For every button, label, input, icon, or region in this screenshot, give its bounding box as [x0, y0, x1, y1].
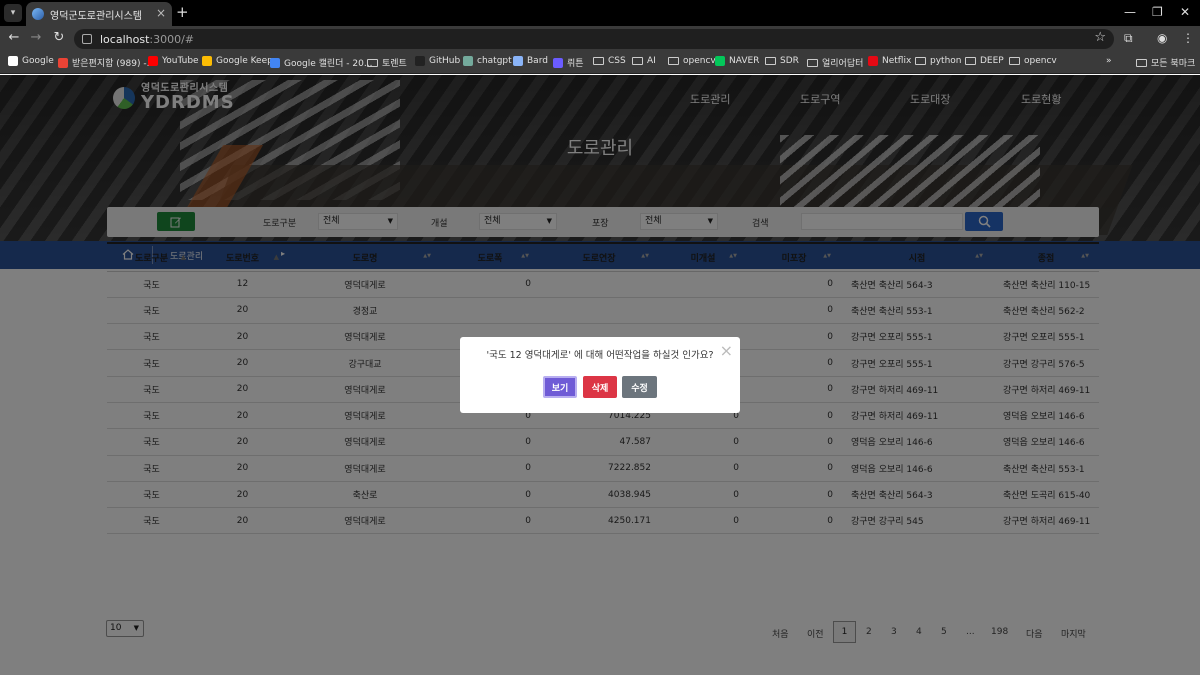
browser-menu-icon[interactable]: ⋮	[1182, 31, 1194, 45]
bookmark-label: Google Keep	[216, 56, 273, 66]
bookmark-favicon-icon	[553, 57, 563, 68]
bookmark-label: opencv	[1024, 56, 1057, 66]
tab-title: 영덕군도로관리시스템	[50, 10, 142, 22]
restore-icon[interactable]: ❐	[1152, 5, 1163, 19]
bookmark-item[interactable]: Bard	[513, 56, 548, 66]
bookmark-favicon-icon	[415, 56, 425, 66]
bookmark-item[interactable]: SDR	[765, 56, 799, 66]
bookmark-favicon-icon	[148, 56, 158, 66]
bookmark-item[interactable]: Google Keep	[202, 56, 273, 66]
bookmark-favicon-icon	[202, 56, 212, 66]
forward-icon[interactable]: →	[27, 30, 45, 45]
bookmark-item[interactable]: 얼리어답터	[807, 56, 863, 69]
bookmark-label: DEEP	[980, 56, 1004, 66]
delete-button[interactable]: 삭제	[583, 376, 617, 398]
edit-button[interactable]: 수정	[622, 376, 657, 398]
browser-toolbar: ← → ↻ localhost:3000/# ☆ ⧉ ◉ ⋮	[0, 26, 1200, 52]
reload-icon[interactable]: ↻	[50, 30, 68, 45]
folder-icon	[1136, 58, 1147, 67]
bookmarks-bar: Google 받은편지함 (989) -... YouTube Google Keep…	[0, 52, 1200, 74]
bookmark-item[interactable]: DEEP	[965, 56, 1004, 66]
bookmark-favicon-icon	[8, 56, 18, 66]
bookmark-item[interactable]: opencv	[668, 56, 716, 66]
folder-icon	[1009, 57, 1020, 65]
bookmark-label: Google	[22, 56, 54, 66]
bookmark-label: python	[930, 56, 962, 66]
bookmark-item[interactable]: 받은편지함 (989) -...	[58, 56, 155, 69]
all-bookmarks-label: 모든 북마크	[1151, 59, 1196, 69]
folder-icon	[915, 57, 926, 65]
folder-icon	[367, 58, 378, 67]
dialog-message: '국도 12 영덕대게로' 에 대해 어떤작업을 하실것 인가요?	[486, 350, 714, 361]
bookmark-favicon-icon	[513, 56, 523, 66]
url-host: localhost	[100, 32, 150, 46]
bookmark-item[interactable]: python	[915, 56, 961, 66]
folder-icon	[807, 58, 818, 67]
close-icon[interactable]: ×	[720, 341, 733, 360]
bookmark-label: Bard	[527, 56, 548, 66]
bookmark-label: GitHub	[429, 56, 461, 66]
bookmark-favicon-icon	[868, 56, 878, 66]
bookmark-label: Netflix	[882, 56, 912, 66]
address-bar[interactable]: localhost:3000/# ☆	[74, 29, 1114, 49]
bookmark-label: SDR	[780, 56, 799, 66]
extensions-icon[interactable]: ⧉	[1124, 31, 1133, 46]
site-favicon-icon	[32, 8, 44, 20]
tab-close-icon[interactable]: ×	[156, 6, 166, 20]
bookmark-item[interactable]: chatgpt	[463, 56, 512, 66]
bookmark-label: 얼리어답터	[822, 59, 864, 69]
bookmark-label: YouTube	[162, 56, 199, 66]
folder-icon	[632, 57, 643, 65]
all-bookmarks[interactable]: 모든 북마크	[1136, 56, 1195, 69]
profile-avatar-icon[interactable]: ◉	[1157, 31, 1167, 45]
bookmark-favicon-icon	[270, 57, 280, 68]
view-button[interactable]: 보기	[543, 376, 577, 398]
folder-icon	[593, 57, 604, 65]
tab-search-icon[interactable]: ▾	[4, 4, 22, 22]
bookmark-star-icon[interactable]: ☆	[1094, 30, 1106, 45]
bookmark-label: CSS	[608, 56, 626, 66]
bookmark-item[interactable]: Google 캘린더 - 20...	[270, 56, 372, 69]
bookmark-label: 토렌트	[382, 59, 407, 69]
site-info-icon[interactable]	[82, 34, 92, 44]
bookmark-item[interactable]: 토렌트	[367, 56, 407, 69]
bookmark-label: 뤼튼	[567, 59, 584, 69]
browser-tab[interactable]: 영덕군도로관리시스템 ×	[26, 2, 172, 26]
new-tab-icon[interactable]: +	[176, 3, 189, 21]
bookmark-favicon-icon	[715, 56, 725, 66]
folder-icon	[965, 57, 976, 65]
bookmark-label: Google 캘린더 - 20...	[284, 59, 373, 69]
bookmark-item[interactable]: Netflix	[868, 56, 911, 66]
more-bookmarks-icon[interactable]: »	[1106, 56, 1112, 66]
bookmark-label: 받은편지함 (989) -...	[72, 59, 156, 69]
bookmark-label: AI	[647, 56, 656, 66]
bookmark-item[interactable]: 뤼튼	[553, 56, 584, 69]
folder-icon	[765, 57, 776, 65]
browser-tabstrip: ▾ 영덕군도로관리시스템 × + — ❐ ✕	[0, 0, 1200, 26]
window-close-icon[interactable]: ✕	[1180, 5, 1190, 19]
bookmark-item[interactable]: NAVER	[715, 56, 759, 66]
bookmark-item[interactable]: YouTube	[148, 56, 199, 66]
minimize-icon[interactable]: —	[1124, 5, 1136, 19]
bookmark-label: opencv	[683, 56, 716, 66]
bookmark-item[interactable]: CSS	[593, 56, 626, 66]
url-path: :3000/#	[149, 32, 195, 46]
bookmark-item[interactable]: GitHub	[415, 56, 460, 66]
folder-icon	[668, 57, 679, 65]
bookmark-label: chatgpt	[477, 56, 512, 66]
bookmark-item[interactable]: opencv	[1009, 56, 1057, 66]
action-dialog: '국도 12 영덕대게로' 에 대해 어떤작업을 하실것 인가요? × 보기 삭…	[460, 337, 740, 413]
bookmark-favicon-icon	[58, 57, 68, 68]
bookmark-label: NAVER	[729, 56, 760, 66]
back-icon[interactable]: ←	[5, 30, 23, 45]
bookmark-item[interactable]: Google	[8, 56, 54, 66]
bookmark-item[interactable]: AI	[632, 56, 656, 66]
bookmark-favicon-icon	[463, 56, 473, 66]
